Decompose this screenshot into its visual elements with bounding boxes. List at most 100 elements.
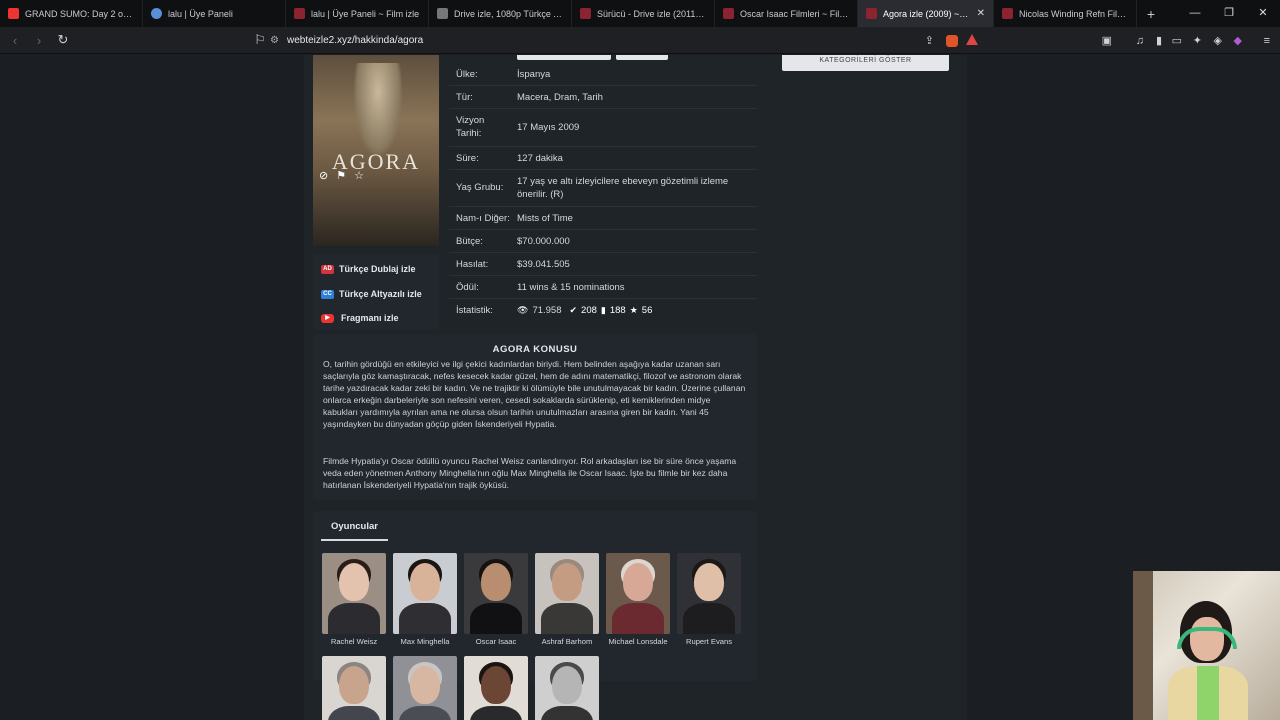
cast-card[interactable] — [535, 656, 599, 720]
actor-name[interactable]: Rachel Weisz — [322, 637, 386, 646]
back-icon[interactable]: ‹ — [5, 33, 25, 48]
actor-face — [410, 666, 440, 704]
cast-card[interactable]: Rachel Weisz — [322, 553, 386, 646]
browser-tab-2[interactable]: lalu | Üye Paneli — [143, 0, 286, 27]
cast-card[interactable] — [322, 656, 386, 720]
info-key: Vizyon Tarihi: — [456, 115, 485, 139]
info-value: 17 Mayıs 2009 — [517, 122, 580, 133]
browser-tab-8[interactable]: Nicolas Winding Refn Filmleri — [994, 0, 1137, 27]
bookshelf — [1133, 571, 1153, 720]
actor-face — [481, 563, 511, 601]
subtitle-watch-link[interactable]: CC Türkçe Altyazılı izle — [321, 289, 422, 299]
actor-face — [694, 563, 724, 601]
youtube-icon — [8, 8, 19, 19]
actor-name[interactable]: Ashraf Barhom — [535, 637, 599, 646]
info-key: Bütçe: — [456, 236, 483, 247]
info-row-duration: Süre: 127 dakika — [449, 147, 757, 170]
watched-count: 208 — [581, 305, 597, 316]
browser-tab-5[interactable]: Sürücü - Drive izle (2011) ~ Film — [572, 0, 715, 27]
close-tab-icon[interactable]: ✕ — [977, 8, 985, 19]
actor-body — [399, 603, 451, 634]
info-key: Ülke: — [456, 69, 478, 80]
site-info-icon[interactable]: ⚙ — [270, 35, 279, 46]
cast-card[interactable]: Rupert Evans — [677, 553, 741, 646]
close-window-icon[interactable]: ✕ — [1246, 0, 1280, 27]
webcam-overlay — [1133, 571, 1280, 720]
subtitle-label: Türkçe Altyazılı izle — [339, 289, 422, 299]
browser-tab-4[interactable]: Drive izle, 1080p Türkçe Alt — [429, 0, 572, 27]
site-icon — [1002, 8, 1013, 19]
action-button-stub[interactable] — [616, 55, 668, 60]
actor-body — [612, 603, 664, 634]
menu-icon[interactable]: ≡ — [1264, 35, 1270, 47]
actor-name[interactable]: Rupert Evans — [677, 637, 741, 646]
info-value: $39.041.505 — [517, 259, 570, 270]
address-bar[interactable]: ⚙ webteizle2.xyz/hakkinda/agora — [270, 30, 990, 51]
info-value[interactable]: Macera, Dram, Tarih — [517, 91, 749, 104]
leo-icon[interactable]: ✦ — [1193, 34, 1202, 47]
cast-card[interactable] — [393, 656, 457, 720]
brave-rewards-icon[interactable] — [966, 34, 978, 45]
new-tab-button[interactable]: + — [1137, 6, 1165, 22]
info-value: 127 dakika — [517, 153, 563, 164]
info-value: 11 wins & 15 nominations — [517, 282, 625, 293]
restore-icon[interactable]: ❐ — [1212, 0, 1246, 27]
cast-card[interactable] — [464, 656, 528, 720]
cast-card[interactable]: Max Minghella — [393, 553, 457, 646]
actor-name[interactable]: Michael Lonsdale — [606, 637, 670, 646]
wallet-icon[interactable]: ▭ — [1172, 34, 1182, 47]
browser-toolbar: ‹ › ↻ ⚐ ⚙ webteizle2.xyz/hakkinda/agora … — [0, 27, 1280, 54]
browser-tab-1[interactable]: GRAND SUMO: Day 2 of the N — [0, 0, 143, 27]
movie-poster[interactable]: AGORA ⊘ ⚑ ☆ — [313, 55, 439, 246]
plot-section: AGORA KONUSU O, tarihin gördüğü en etkil… — [313, 334, 757, 500]
actor-photo — [393, 656, 457, 720]
star-icon[interactable]: ☆ — [354, 169, 364, 182]
show-categories-button[interactable]: KATEGORİLERİ GÖSTER — [782, 55, 949, 71]
action-button-stub[interactable] — [517, 55, 611, 60]
actor-body — [541, 603, 593, 634]
actor-name[interactable]: Max Minghella — [393, 637, 457, 646]
info-value: Mists of Time — [517, 213, 573, 224]
music-icon[interactable]: ♫ — [1136, 35, 1144, 47]
minimize-icon[interactable]: — — [1178, 0, 1212, 27]
extension-icon[interactable]: ◆ — [1234, 34, 1242, 47]
trailer-link[interactable]: ▶ Fragmanı izle — [321, 313, 399, 323]
dub-label: Türkçe Dublaj izle — [339, 264, 416, 274]
info-row-stats: İstatistik: 👁 71.958 ✔ 208 ▮ 188 ★ 56 — [449, 299, 757, 323]
bookmark-icon[interactable]: ⚑ — [336, 169, 346, 182]
tab-title: Oscar Isaac Filmleri ~ Film izle — [740, 8, 849, 19]
info-row-aka: Nam-ı Diğer: Mists of Time — [449, 207, 757, 230]
youtube-play-icon: ▶ — [321, 313, 334, 323]
actor-face — [552, 666, 582, 704]
info-value: İspanya — [517, 69, 551, 80]
actor-name[interactable]: Oscar Isaac — [464, 637, 528, 646]
browser-tab-3[interactable]: lalu | Üye Paneli ~ Film izle — [286, 0, 429, 27]
cast-card[interactable]: Michael Lonsdale — [606, 553, 670, 646]
tab-title: lalu | Üye Paneli — [168, 8, 233, 19]
sidebar-icon[interactable]: ▮ — [1156, 34, 1162, 47]
share-icon[interactable]: ⇪ — [925, 34, 934, 47]
info-row-genre: Tür: Macera, Dram, Tarih — [449, 86, 757, 109]
vpn-icon[interactable]: ◈ — [1214, 34, 1222, 47]
site-icon — [151, 8, 162, 19]
info-row-gross: Hasılat: $39.041.505 — [449, 253, 757, 276]
info-key: Yaş Grubu: — [456, 182, 504, 193]
actor-face — [339, 666, 369, 704]
tab-search-icon[interactable]: ▣ — [1102, 34, 1112, 47]
cast-card[interactable]: Oscar Isaac — [464, 553, 528, 646]
forward-icon[interactable]: › — [29, 33, 49, 48]
watch-options: AD Türkçe Dublaj izle CC Türkçe Altyazıl… — [313, 254, 439, 330]
dub-watch-link[interactable]: AD Türkçe Dublaj izle — [321, 264, 416, 274]
page-content: AGORA ⊘ ⚑ ☆ AD Türkçe Dublaj izle CC Tür… — [0, 55, 1280, 720]
browser-tab-6[interactable]: Oscar Isaac Filmleri ~ Film izle — [715, 0, 858, 27]
actor-body — [328, 603, 380, 634]
browser-tab-active[interactable]: Agora izle (2009) ~ Film izle ✕ — [858, 0, 994, 27]
cast-card[interactable]: Ashraf Barhom — [535, 553, 599, 646]
watched-icon[interactable]: ⊘ — [319, 169, 328, 182]
poster-actions: ⊘ ⚑ ☆ — [319, 169, 364, 182]
bookmark-icon[interactable]: ⚐ — [250, 32, 270, 48]
reload-icon[interactable]: ↻ — [53, 32, 73, 48]
brave-shield-icon[interactable] — [946, 35, 958, 47]
tab-cast[interactable]: Oyuncular — [321, 521, 388, 541]
actor-photo — [535, 656, 599, 720]
